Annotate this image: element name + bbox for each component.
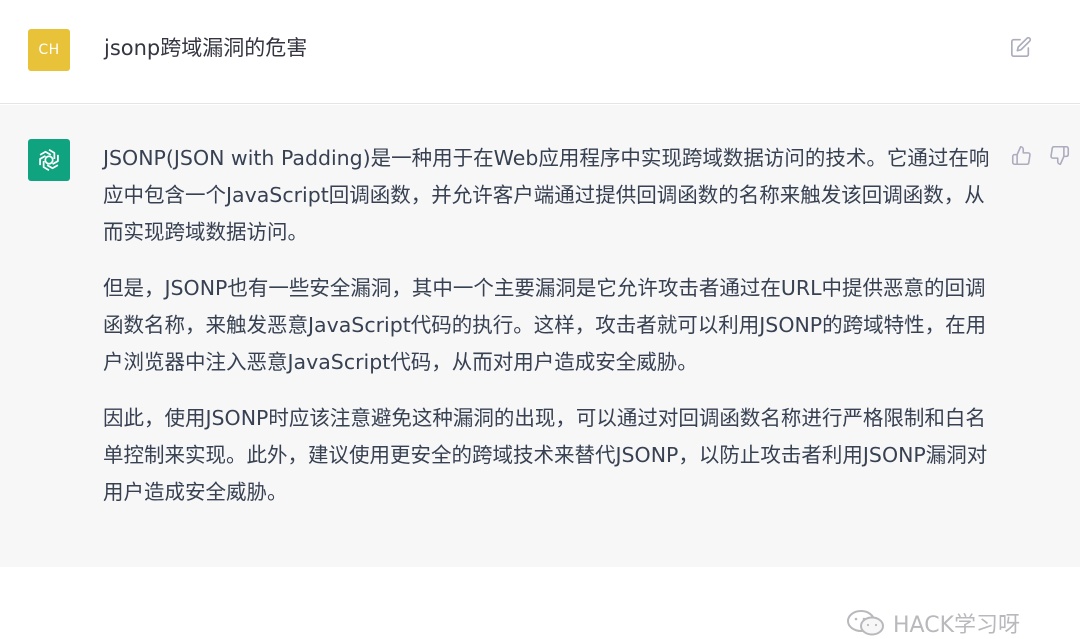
answer-paragraph: 因此，使用JSONP时应该注意避免这种漏洞的出现，可以通过对回调函数名称进行严格… (103, 406, 988, 504)
wechat-icon (847, 610, 884, 636)
assistant-avatar (28, 139, 70, 181)
thumbs-up-icon (1011, 145, 1031, 165)
edit-message-button[interactable] (1008, 34, 1034, 60)
thumbs-up-button[interactable] (1009, 143, 1033, 167)
openai-logo-icon (39, 148, 59, 172)
user-message-text: jsonp跨域漏洞的危害 (104, 36, 308, 60)
thumbs-down-button[interactable] (1047, 143, 1071, 167)
answer-paragraph: 但是，JSONP也有一些安全漏洞，其中一个主要漏洞是它允许攻击者通过在URL中提… (103, 276, 987, 374)
assistant-message-text: JSONP(JSON with Padding)是一种用于在Web应用程序中实现… (103, 140, 998, 530)
user-avatar: CH (28, 29, 70, 71)
answer-paragraph: JSONP(JSON with Padding)是一种用于在Web应用程序中实现… (103, 146, 990, 244)
thumbs-down-icon (1049, 145, 1069, 165)
assistant-message-row: JSONP(JSON with Padding)是一种用于在Web应用程序中实现… (0, 105, 1080, 638)
user-message-row: CH jsonp跨域漏洞的危害 (0, 0, 1080, 104)
user-avatar-initials: CH (38, 42, 60, 58)
edit-icon (1011, 36, 1032, 57)
watermark: HACK学习呀 (845, 607, 1020, 639)
watermark-text: HACK学习呀 (893, 613, 1020, 638)
